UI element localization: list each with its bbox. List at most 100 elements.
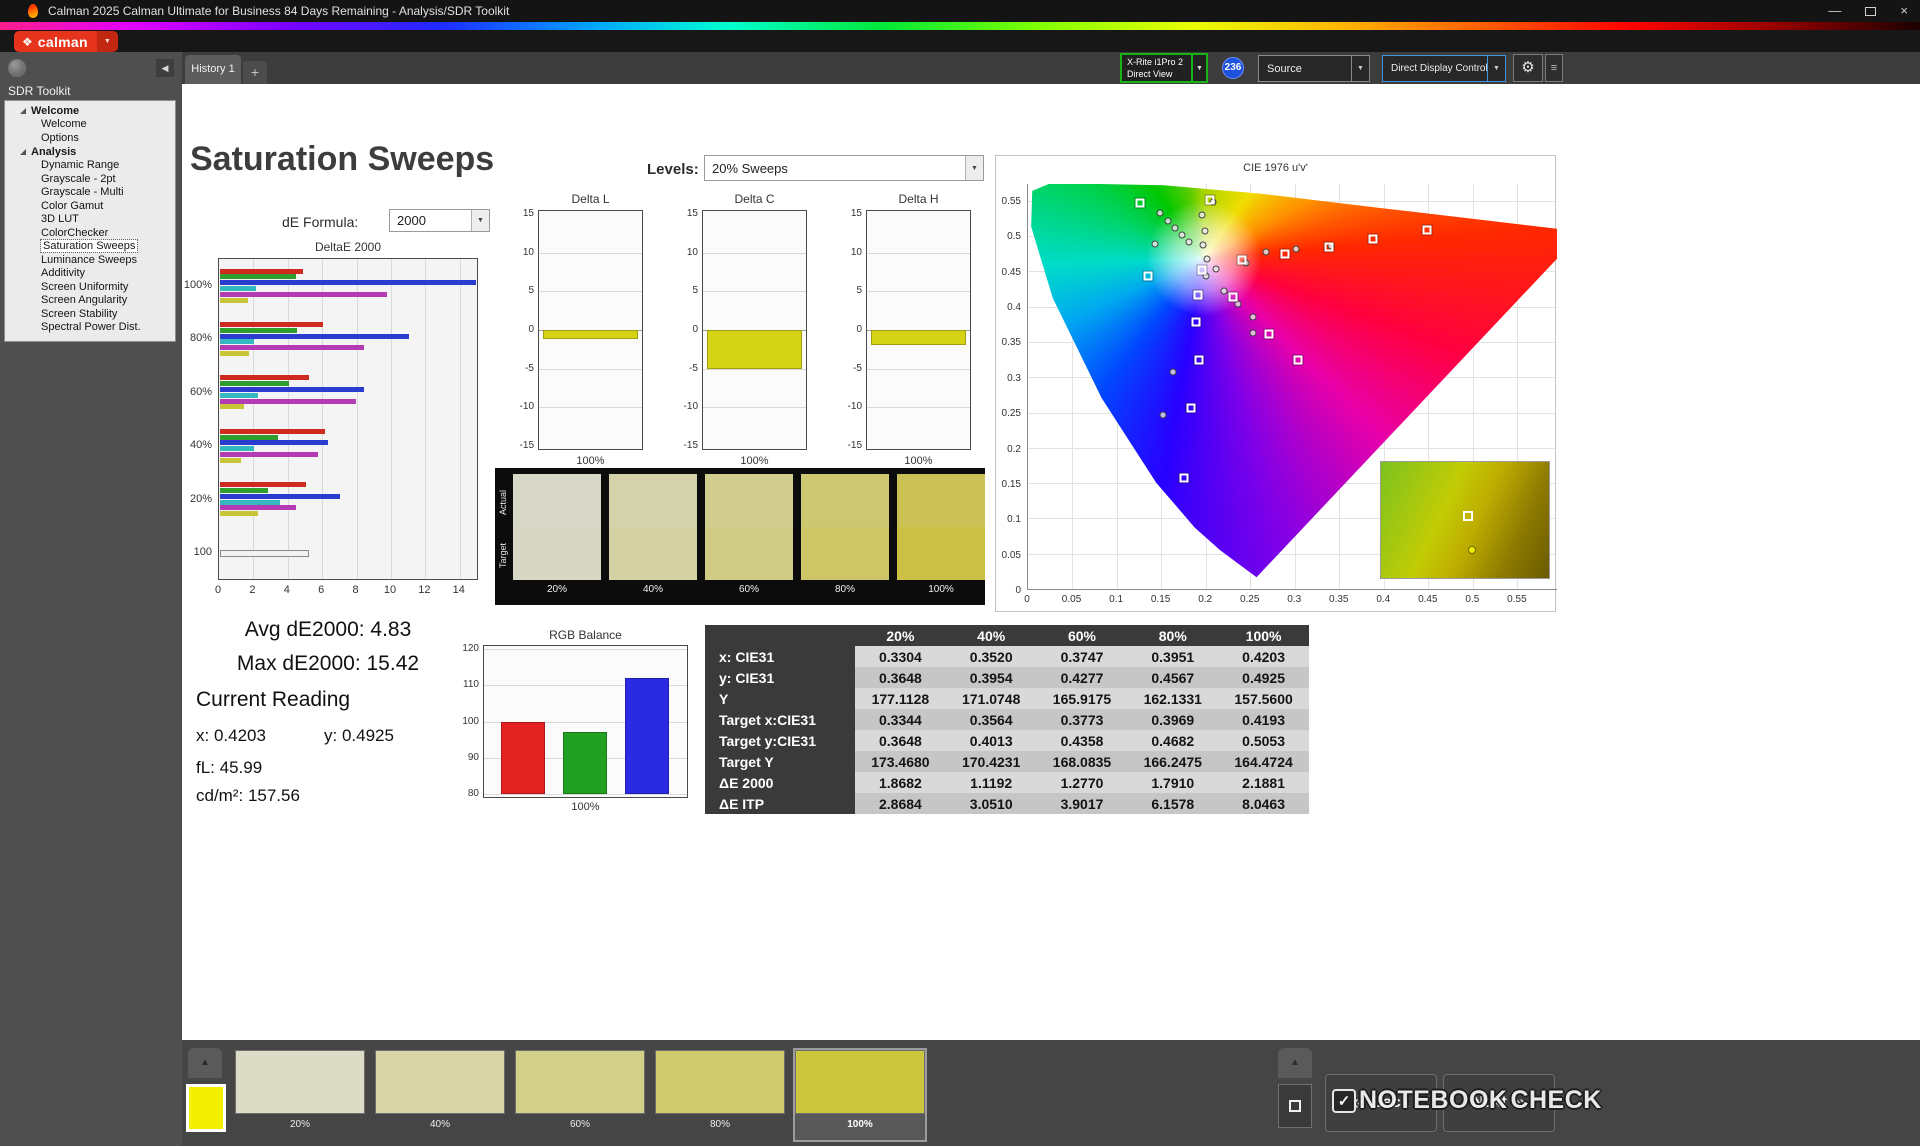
target-point — [1190, 316, 1202, 328]
sidebar-item-screen-angularity[interactable]: Screen Angularity — [5, 294, 175, 308]
levels-dropdown-arrow-icon[interactable]: ▼ — [965, 156, 983, 180]
bar-cyan — [220, 339, 255, 345]
palette-collapse-left-button[interactable]: ▲ — [188, 1048, 222, 1078]
stop-button[interactable] — [1278, 1084, 1312, 1128]
swatch-actual — [801, 474, 889, 527]
table-cell: 0.5053 — [1218, 730, 1309, 751]
table-cell: 166.2475 — [1127, 751, 1219, 772]
bar-blue — [220, 333, 410, 339]
y-tick-label: 15 — [850, 208, 862, 219]
gridline — [867, 368, 970, 370]
level-patch-60[interactable]: 60% — [515, 1050, 645, 1140]
source-selector[interactable]: Source ▼ — [1258, 55, 1370, 82]
table-row-label: x: CIE31 — [705, 646, 855, 667]
add-tab-button[interactable]: + — [243, 61, 267, 84]
sidebar-item-additivity[interactable]: Additivity — [5, 267, 175, 281]
minimize-button[interactable]: — — [1828, 0, 1841, 22]
x-tick-label: 0.55 — [1507, 594, 1527, 605]
table-cell: 0.4567 — [1127, 667, 1219, 688]
target-point — [1227, 291, 1239, 303]
levels-select[interactable]: 20% Sweeps ▼ — [704, 155, 984, 181]
bottom-bar: ▲ ▲ « Back Next » ✓ NOTEBOOK CHECK 20% 40… — [182, 1040, 1920, 1146]
logo-dropdown-arrow-icon[interactable]: ▼ — [96, 31, 118, 52]
tree-group-welcome[interactable]: Welcome — [5, 104, 175, 118]
table-cell: 0.4013 — [945, 730, 1037, 751]
target-point — [1193, 354, 1205, 366]
sidebar-item-colorchecker[interactable]: ColorChecker — [5, 227, 175, 241]
table-cell: 171.0748 — [945, 688, 1037, 709]
current-reading-cdm2: cd/m²: 157.56 — [196, 786, 300, 805]
target-point — [1421, 224, 1433, 236]
level-patch-80[interactable]: 80% — [655, 1050, 785, 1140]
sidebar-item-spectral-power-dist[interactable]: Spectral Power Dist. — [5, 321, 175, 335]
table-cell: 0.3951 — [1127, 646, 1219, 667]
calman-logo-menu[interactable]: ❖ calman ▼ — [14, 31, 118, 52]
sidebar-item-options[interactable]: Options — [5, 132, 175, 146]
level-patch-100[interactable]: 100% — [793, 1048, 927, 1142]
table-cell: 0.3520 — [945, 646, 1037, 667]
expander-icon[interactable] — [20, 149, 26, 155]
tab-history-1[interactable]: History 1 — [185, 55, 241, 84]
level-patch-color — [655, 1050, 785, 1114]
meter-selector[interactable]: X-Rite i1Pro 2 Direct View ▼ — [1120, 53, 1208, 83]
table-header-cell: 40% — [945, 625, 1037, 646]
measurement-point — [1178, 231, 1186, 239]
source-dropdown-arrow-icon[interactable]: ▼ — [1351, 56, 1369, 81]
swatch-80 — [801, 474, 889, 580]
de-formula-dropdown-arrow-icon[interactable]: ▼ — [471, 210, 489, 231]
maximize-button[interactable] — [1865, 6, 1877, 16]
page-title: Saturation Sweeps — [190, 140, 495, 178]
cie-plot — [1027, 184, 1557, 590]
table-cell: 8.0463 — [1218, 793, 1309, 814]
sidebar-item-color-gamut[interactable]: Color Gamut — [5, 200, 175, 214]
target-point — [1263, 328, 1275, 340]
sidebar-item-saturation-sweeps[interactable]: Saturation Sweeps — [5, 239, 175, 254]
sat-table: 20% 40% 60% 80% 100% x: CIE31 0.3304 0.3520 0.37… — [705, 625, 1309, 814]
back-button[interactable]: « Back — [1325, 1074, 1437, 1132]
y-tick-label: 0.35 — [1001, 337, 1021, 349]
de-formula-select[interactable]: 2000 ▼ — [389, 209, 490, 232]
sidebar-item-screen-stability[interactable]: Screen Stability — [5, 308, 175, 322]
mini-swatch[interactable] — [186, 1084, 226, 1132]
tree-group-analysis[interactable]: Analysis — [5, 145, 175, 159]
meter-dropdown-arrow-icon[interactable]: ▼ — [1191, 55, 1206, 81]
swatch-20 — [513, 474, 601, 580]
sidebar-item-grayscale-multi[interactable]: Grayscale - Multi — [5, 186, 175, 200]
sidebar-item-welcome[interactable]: Welcome — [5, 118, 175, 132]
level-patch-color — [375, 1050, 505, 1114]
stop-icon — [1289, 1100, 1301, 1112]
bar-cyan — [220, 446, 255, 452]
rgb-balance-xlabel: 100% — [571, 801, 600, 813]
level-patch-40[interactable]: 40% — [375, 1050, 505, 1140]
x-tick-label: 0.5 — [1465, 594, 1480, 605]
next-button[interactable]: Next » — [1443, 1074, 1555, 1132]
sidebar-item-screen-uniformity[interactable]: Screen Uniformity — [5, 281, 175, 295]
display-control-dropdown-arrow-icon[interactable]: ▼ — [1487, 56, 1505, 81]
meter-label: X-Rite i1Pro 2 Direct View — [1122, 55, 1191, 81]
swatch-target — [609, 527, 697, 580]
sidebar-item-luminance-sweeps[interactable]: Luminance Sweeps — [5, 254, 175, 268]
table-cell: 0.3648 — [855, 730, 946, 751]
bar-blue — [220, 387, 365, 392]
menu-button[interactable]: ≡ — [1545, 54, 1563, 82]
measurement-point — [1203, 255, 1211, 263]
measurement-point — [1234, 300, 1242, 308]
y-tick-label: 0.4 — [1007, 302, 1021, 314]
calman-logo-icon: ❖ — [22, 34, 33, 49]
sidebar-collapse-button[interactable]: ◀ — [156, 59, 174, 77]
expander-icon[interactable] — [20, 108, 26, 114]
palette-collapse-right-button[interactable]: ▲ — [1278, 1048, 1312, 1078]
settings-gear-button[interactable]: ⚙ — [1513, 54, 1543, 82]
sidebar-tree: Welcome Welcome Options Analysis Dynamic Ran… — [4, 100, 176, 342]
bar-green — [220, 434, 279, 440]
swatch-label: 60% — [738, 584, 759, 595]
close-button[interactable]: × — [1900, 0, 1908, 22]
workflow-home-button[interactable] — [8, 59, 26, 77]
y-tick-label: 5 — [692, 285, 698, 297]
reading-count-badge[interactable]: 236 — [1222, 57, 1244, 79]
sidebar-item-dynamic-range[interactable]: Dynamic Range — [5, 159, 175, 173]
sidebar-item-3d-lut[interactable]: 3D LUT — [5, 213, 175, 227]
display-control-selector[interactable]: Direct Display Control ▼ — [1382, 55, 1506, 82]
sidebar-item-grayscale-2pt[interactable]: Grayscale - 2pt — [5, 173, 175, 187]
level-patch-20[interactable]: 20% — [235, 1050, 365, 1140]
